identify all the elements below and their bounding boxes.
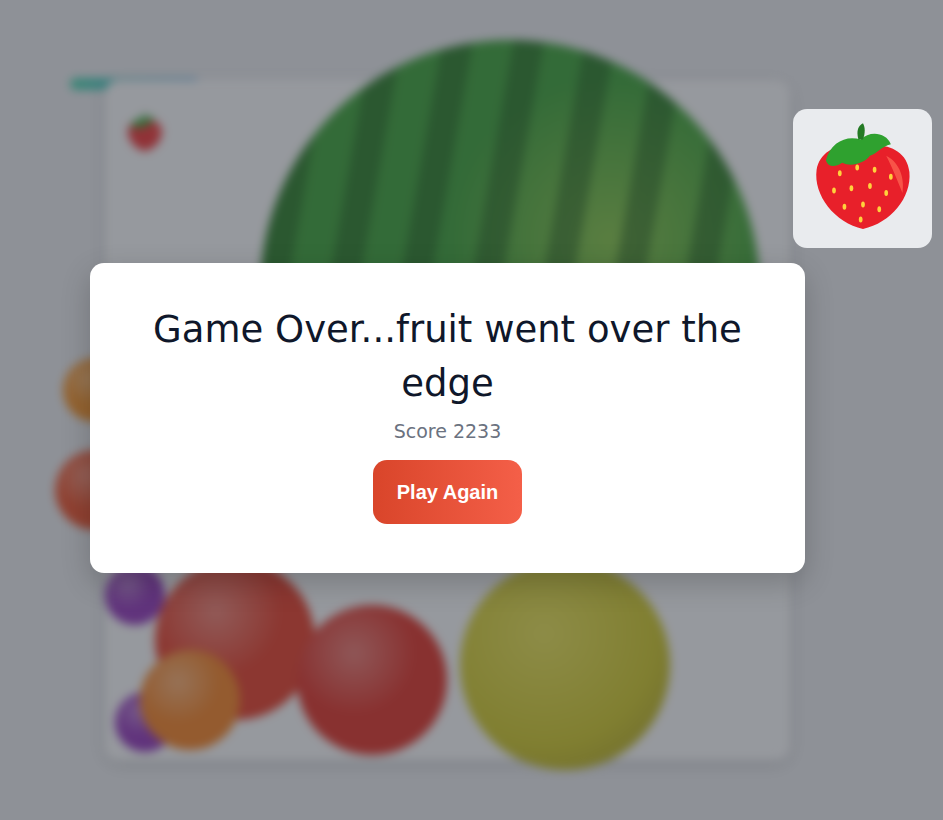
game-screen: Game Over...fruit went over the edge Sco… bbox=[0, 0, 943, 820]
score-value: 2233 bbox=[453, 420, 501, 442]
score-text: Score 2233 bbox=[394, 420, 502, 442]
game-over-dialog: Game Over...fruit went over the edge Sco… bbox=[90, 263, 805, 573]
strawberry-icon bbox=[805, 121, 921, 237]
dialog-title: Game Over...fruit went over the edge bbox=[126, 303, 769, 410]
next-fruit-card bbox=[793, 109, 932, 248]
play-again-button[interactable]: Play Again bbox=[373, 460, 523, 524]
score-label: Score bbox=[394, 420, 447, 442]
